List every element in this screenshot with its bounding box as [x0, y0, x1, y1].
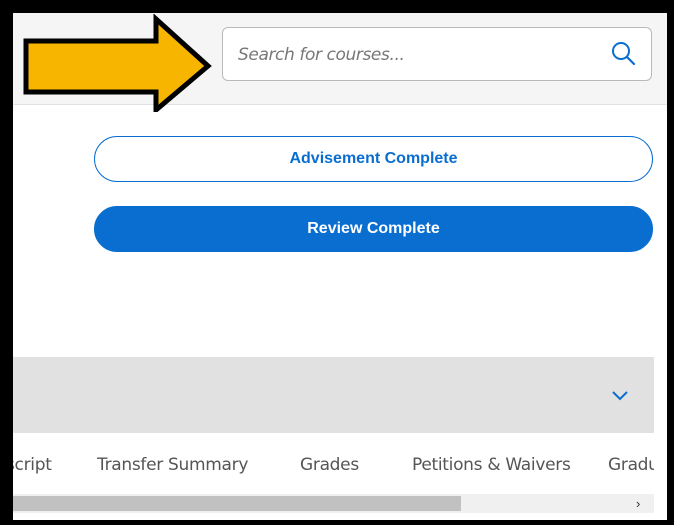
scrollbar-thumb[interactable] [13, 496, 461, 511]
collapsible-section-header[interactable] [13, 357, 654, 433]
chevron-right-icon[interactable]: › [636, 496, 640, 511]
tab-bar: script Transfer Summary Grades Petitions… [13, 433, 654, 493]
arrow-right-icon [23, 14, 212, 112]
review-complete-button[interactable]: Review Complete [94, 206, 653, 252]
tab-graduation[interactable]: Gradu [608, 455, 654, 475]
advisement-complete-button[interactable]: Advisement Complete [94, 136, 653, 182]
search-icon[interactable] [609, 40, 637, 68]
course-search-input[interactable]: Search for courses... [222, 27, 652, 81]
frame-border-left [0, 0, 13, 525]
tab-grades[interactable]: Grades [300, 455, 359, 475]
tab-petitions-waivers[interactable]: Petitions & Waivers [412, 455, 571, 475]
frame-border-top [0, 0, 674, 13]
chevron-down-icon[interactable] [609, 384, 631, 406]
tab-transfer-summary[interactable]: Transfer Summary [97, 455, 248, 475]
tab-transcript[interactable]: script [13, 455, 52, 475]
frame-border-right [667, 0, 674, 525]
search-placeholder: Search for courses... [238, 45, 405, 65]
frame-border-bottom [0, 520, 674, 525]
